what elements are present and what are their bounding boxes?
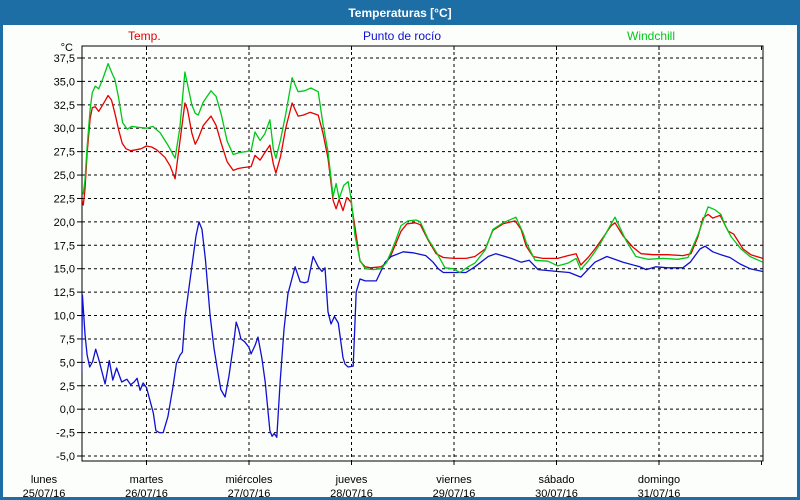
y-tick-label: 15,0 (54, 264, 75, 276)
x-day-name-label: miércoles (225, 474, 273, 486)
y-tick-label: 0,0 (60, 404, 75, 416)
y-axis-unit-label: °C (61, 42, 73, 54)
y-tick-label: 12,5 (54, 287, 75, 299)
x-day-name-label: martes (130, 474, 164, 486)
wind-series-line (82, 64, 763, 273)
y-tick-label: 5,0 (60, 357, 75, 369)
x-day-date-label: 28/07/16 (330, 488, 373, 500)
y-tick-label: 27,5 (54, 147, 75, 159)
temperature-chart-canvas: 37,5 35,0 32,5 30,0 27,5 25,0 22,5 20,0 17,5 15,0… (3, 3, 800, 500)
y-tick-label: 2,5 (60, 381, 75, 393)
x-day-date-label: 29/07/16 (433, 488, 476, 500)
x-day-name-label: lunes (31, 474, 58, 486)
y-tick-label: -2,5 (56, 428, 75, 440)
y-tick-label: 10,0 (54, 311, 75, 323)
y-tick-label: 37,5 (54, 53, 75, 65)
x-day-date-label: 26/07/16 (125, 488, 168, 500)
y-tick-label: 22,5 (54, 193, 75, 205)
y-tick-label: 25,0 (54, 170, 75, 182)
x-day-date-label: 30/07/16 (535, 488, 578, 500)
x-day-date-label: 27/07/16 (228, 488, 271, 500)
x-day-date-label: 25/07/16 (23, 488, 66, 500)
temp-series-line (82, 96, 763, 268)
y-tick-label: 17,5 (54, 240, 75, 252)
x-day-name-label: jueves (335, 474, 368, 486)
x-day-name-label: viernes (436, 474, 472, 486)
y-tick-label: 20,0 (54, 217, 75, 229)
y-tick-label: 35,0 (54, 76, 75, 88)
x-day-name-label: domingo (638, 474, 680, 486)
y-tick-label: 32,5 (54, 100, 75, 112)
y-tick-label: -5,0 (56, 451, 75, 463)
weather-chart-window: Temperaturas [°C] Temp. Punto de rocío W… (0, 0, 800, 500)
x-day-name-label: sábado (538, 474, 574, 486)
x-day-date-label: 31/07/16 (638, 488, 681, 500)
y-tick-label: 30,0 (54, 123, 75, 135)
y-tick-label: 7,5 (60, 334, 75, 346)
